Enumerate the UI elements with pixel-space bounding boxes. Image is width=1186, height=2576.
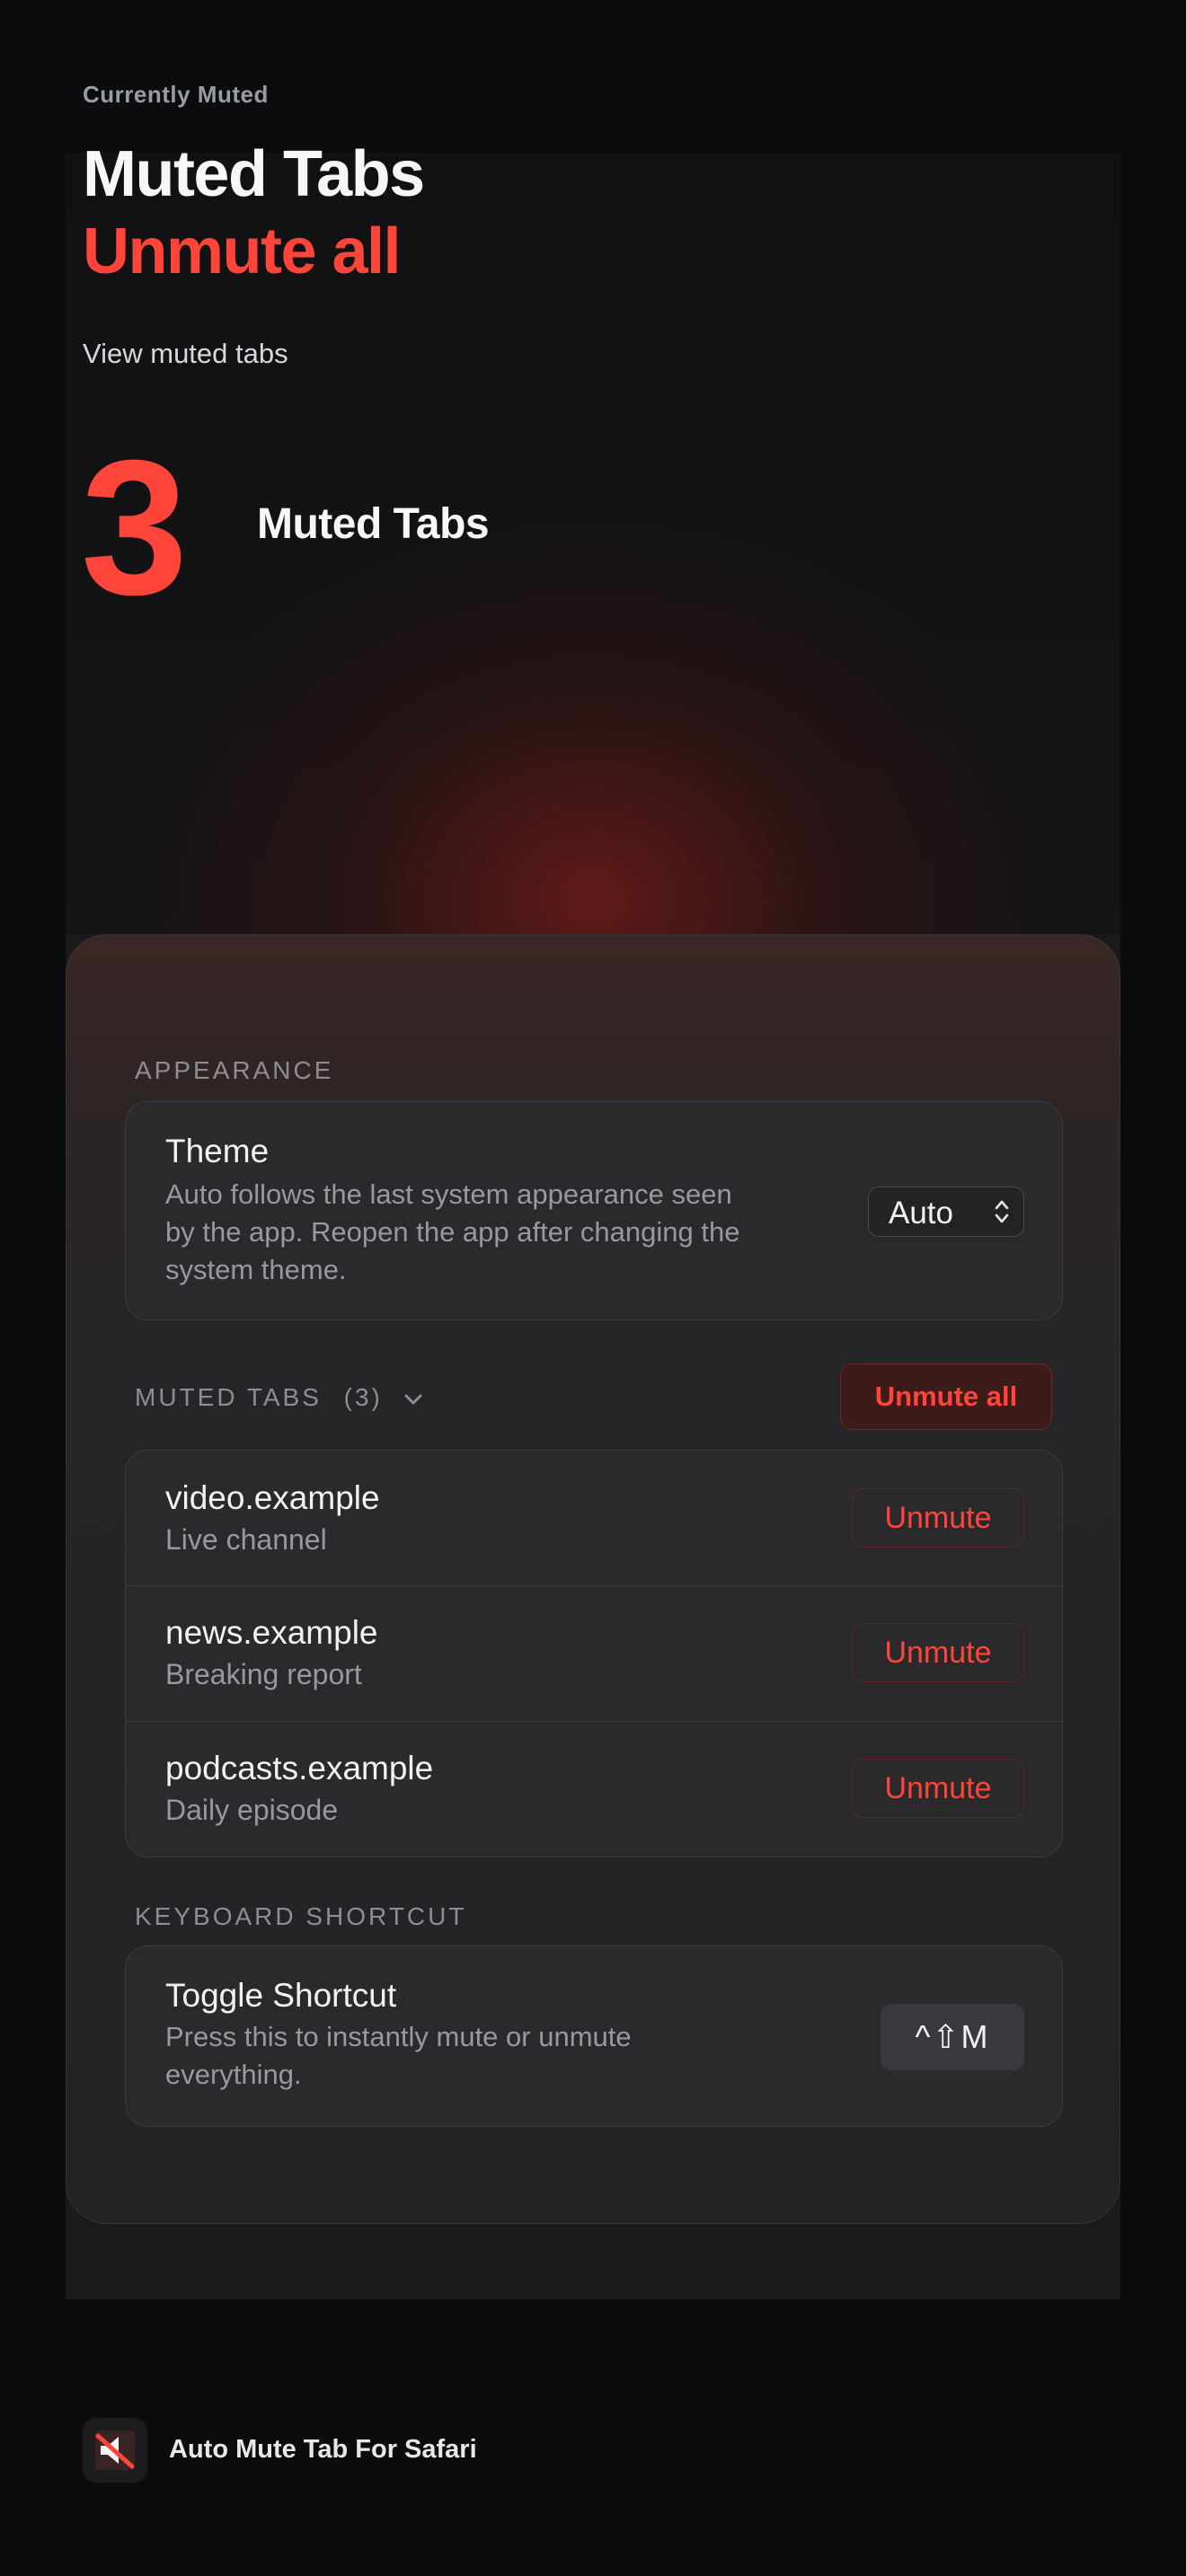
marketing-screenshot: Currently Muted Muted Tabs Unmute all Vi… — [0, 0, 1186, 2576]
unmute-button[interactable]: Unmute — [852, 1488, 1024, 1548]
hero-link[interactable]: View muted tabs — [83, 338, 288, 370]
muted-tabs-section-header[interactable]: MUTED TABS (3) — [135, 1383, 423, 1412]
row-divider — [126, 1585, 1062, 1586]
shortcut-description: Press this to instantly mute or unmute e… — [165, 2018, 632, 2094]
shortcut-card: Toggle Shortcut Press this to instantly … — [125, 1945, 1063, 2127]
tab-domain: video.example — [165, 1479, 380, 1516]
eyebrow-text: Currently Muted — [83, 81, 269, 108]
theme-description: Auto follows the last system appearance … — [165, 1176, 739, 1289]
muted-speaker-icon — [95, 2430, 135, 2470]
theme-title: Theme — [165, 1133, 270, 1169]
theme-desc-line: system theme. — [165, 1254, 347, 1285]
tab-subtitle: Breaking report — [165, 1658, 362, 1690]
muted-count-label: Muted Tabs — [257, 500, 490, 548]
shortcut-desc-line: everything. — [165, 2059, 302, 2090]
tab-domain: news.example — [165, 1614, 378, 1651]
theme-desc-line: Auto follows the last system appearance … — [165, 1178, 732, 1210]
shortcut-title: Toggle Shortcut — [165, 1977, 397, 2014]
muted-tabs-header-label: MUTED TABS — [135, 1383, 322, 1411]
row-divider — [126, 1721, 1062, 1722]
tab-subtitle: Live channel — [165, 1523, 327, 1556]
hero-subtitle: Unmute all — [83, 216, 402, 287]
unmute-all-button[interactable]: Unmute all — [840, 1363, 1052, 1430]
theme-select-value: Auto — [889, 1195, 953, 1231]
muted-count-number: 3 — [81, 420, 188, 635]
theme-desc-line: by the app. Reopen the app after changin… — [165, 1216, 740, 1248]
appearance-section-header: APPEARANCE — [135, 1056, 334, 1084]
unmute-button[interactable]: Unmute — [852, 1623, 1024, 1682]
shortcut-section-header: KEYBOARD SHORTCUT — [135, 1902, 467, 1930]
chevron-up-down-icon — [995, 1200, 1009, 1223]
chevron-down-icon — [404, 1394, 422, 1405]
shortcut-recorder[interactable]: ^⇧M — [881, 2004, 1024, 2070]
app-icon — [83, 2418, 147, 2483]
tab-subtitle: Daily episode — [165, 1794, 339, 1826]
app-name: Auto Mute Tab For Safari — [169, 2435, 477, 2464]
shortcut-desc-line: Press this to instantly mute or unmute — [165, 2021, 632, 2052]
muted-tabs-header-count: (3) — [343, 1383, 383, 1411]
tab-domain: podcasts.example — [165, 1750, 434, 1786]
theme-select[interactable]: Auto — [868, 1187, 1024, 1237]
theme-card: Theme Auto follows the last system appea… — [125, 1101, 1063, 1320]
hero-title: Muted Tabs — [83, 138, 425, 210]
muted-tabs-list: video.example Live channel Unmute news.e… — [125, 1450, 1063, 1857]
unmute-button[interactable]: Unmute — [852, 1759, 1024, 1818]
